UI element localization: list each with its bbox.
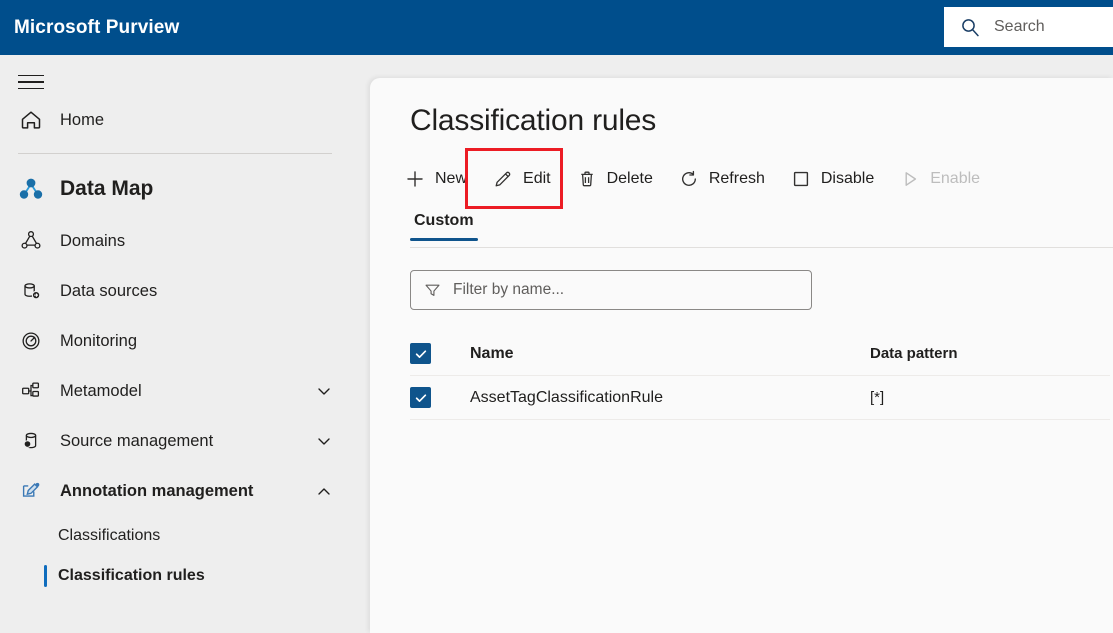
column-header-name[interactable]: Name xyxy=(470,345,870,363)
sidebar-item-metamodel[interactable]: Metamodel xyxy=(0,366,370,416)
sidebar-item-data-sources[interactable]: Data sources xyxy=(0,266,370,316)
enable-button: Enable xyxy=(887,160,993,198)
disable-button[interactable]: Disable xyxy=(778,160,887,198)
search-icon xyxy=(960,17,980,37)
command-label: Disable xyxy=(821,170,874,188)
cell-data-pattern: [*] xyxy=(870,389,1110,406)
edit-button[interactable]: Edit xyxy=(480,160,564,198)
play-triangle-icon xyxy=(900,169,920,189)
hamburger-icon[interactable] xyxy=(18,69,44,95)
annotation-management-icon xyxy=(18,478,44,504)
refresh-icon xyxy=(679,169,699,189)
command-label: Edit xyxy=(523,170,551,188)
search-input[interactable]: Search xyxy=(944,7,1113,47)
square-outline-icon xyxy=(791,169,811,189)
data-map-icon xyxy=(18,176,44,202)
select-all-checkbox[interactable] xyxy=(410,343,431,364)
tab-list: Custom xyxy=(410,206,1113,248)
refresh-button[interactable]: Refresh xyxy=(666,160,778,198)
sidebar-item-classifications[interactable]: Classifications xyxy=(0,516,370,556)
search-placeholder-text: Search xyxy=(994,18,1045,36)
sidebar-item-label: Home xyxy=(60,111,104,130)
sidebar-section-data-map[interactable]: Data Map xyxy=(0,162,370,216)
filter-placeholder-text: Filter by name... xyxy=(453,281,564,299)
table-row[interactable]: AssetTagClassificationRule [*] xyxy=(410,376,1110,420)
trash-icon xyxy=(577,169,597,189)
table-header-row: Name Data pattern xyxy=(410,332,1110,376)
domains-icon xyxy=(18,228,44,254)
sidebar-item-label: Annotation management xyxy=(60,482,253,501)
sidebar-divider xyxy=(18,153,332,154)
sidebar-item-label: Data sources xyxy=(60,282,157,301)
data-sources-icon xyxy=(18,278,44,304)
command-label: Delete xyxy=(607,170,653,188)
sidebar-subitem-label: Classification rules xyxy=(58,567,205,585)
column-header-data-pattern[interactable]: Data pattern xyxy=(870,345,1110,362)
sidebar-item-source-management[interactable]: Source management xyxy=(0,416,370,466)
sidebar-item-label: Monitoring xyxy=(60,332,137,351)
sidebar-item-annotation-management[interactable]: Annotation management xyxy=(0,466,370,516)
monitoring-icon xyxy=(18,328,44,354)
sidebar-subitem-label: Classifications xyxy=(58,527,160,545)
classification-rules-table: Name Data pattern AssetTagClassification… xyxy=(410,332,1110,420)
select-all-checkbox-cell xyxy=(410,343,470,364)
filter-input[interactable]: Filter by name... xyxy=(410,270,812,310)
home-icon xyxy=(18,107,44,133)
sidebar-item-home[interactable]: Home xyxy=(0,95,370,145)
chevron-up-icon[interactable] xyxy=(316,483,332,499)
app-brand-title: Microsoft Purview xyxy=(14,17,179,39)
command-label: Refresh xyxy=(709,170,765,188)
sidebar-section-label: Data Map xyxy=(60,177,153,201)
command-label: New xyxy=(435,170,467,188)
tab-rule xyxy=(410,247,1113,248)
plus-icon xyxy=(405,169,425,189)
row-checkbox-cell xyxy=(410,387,470,408)
metamodel-icon xyxy=(18,378,44,404)
sidebar-item-classification-rules[interactable]: Classification rules xyxy=(0,556,370,596)
pencil-icon xyxy=(493,169,513,189)
main-content-panel: Classification rules New Edit xyxy=(370,78,1113,633)
filter-icon xyxy=(424,282,441,299)
sidebar: Home Data Map Domains xyxy=(0,55,370,633)
sidebar-item-domains[interactable]: Domains xyxy=(0,216,370,266)
chevron-down-icon[interactable] xyxy=(316,383,332,399)
tab-active-indicator xyxy=(410,238,478,241)
new-button[interactable]: New xyxy=(392,160,480,198)
tab-custom[interactable]: Custom xyxy=(410,206,478,241)
command-label: Enable xyxy=(930,170,980,188)
sidebar-item-monitoring[interactable]: Monitoring xyxy=(0,316,370,366)
page-title: Classification rules xyxy=(410,104,1113,138)
tab-label: Custom xyxy=(410,212,478,238)
filter-container: Filter by name... xyxy=(410,270,1113,310)
sidebar-item-label: Source management xyxy=(60,432,213,451)
row-checkbox[interactable] xyxy=(410,387,431,408)
delete-button[interactable]: Delete xyxy=(564,160,666,198)
sidebar-item-label: Metamodel xyxy=(60,382,142,401)
app-header: Microsoft Purview Search xyxy=(0,0,1113,55)
sidebar-item-label: Domains xyxy=(60,232,125,251)
chevron-down-icon[interactable] xyxy=(316,433,332,449)
source-management-icon xyxy=(18,428,44,454)
cell-rule-name[interactable]: AssetTagClassificationRule xyxy=(470,389,870,407)
command-toolbar: New Edit Delete xyxy=(392,156,1113,202)
